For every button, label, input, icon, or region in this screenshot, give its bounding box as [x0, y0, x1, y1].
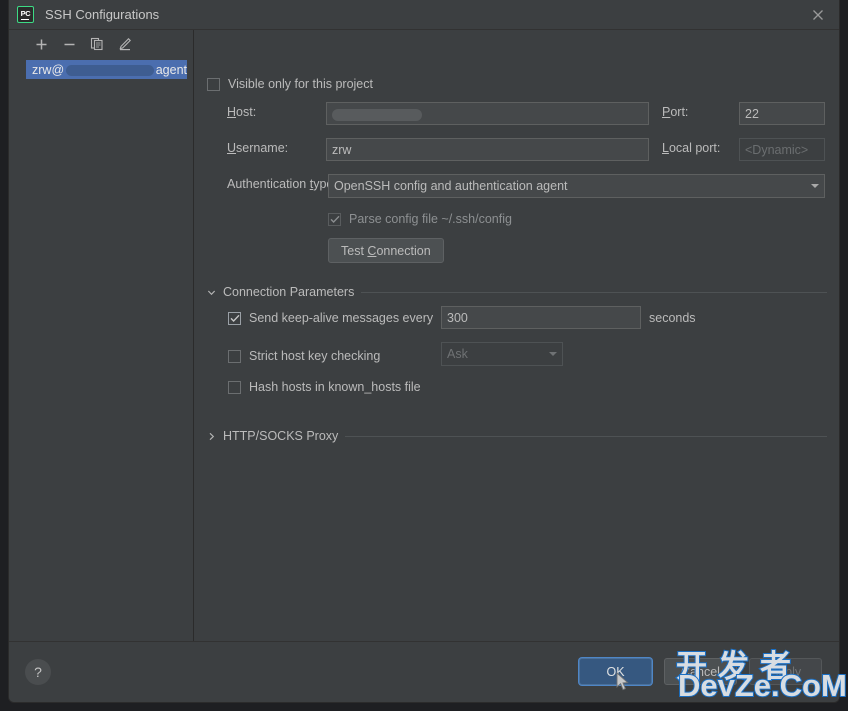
remove-button[interactable]: [61, 36, 77, 52]
sidebar-toolbar: [9, 30, 193, 58]
ok-button[interactable]: OK: [579, 658, 652, 685]
configuration-form: Visible only for this project Host: Port…: [195, 30, 839, 642]
list-item-prefix: zrw@: [32, 62, 65, 77]
hash-hosts-row[interactable]: Hash hosts in known_hosts file: [228, 380, 421, 394]
configurations-list[interactable]: zrw@ agent: [9, 60, 193, 79]
keepalive-row[interactable]: Send keep-alive messages every: [228, 311, 433, 325]
connection-parameters-label: Connection Parameters: [223, 285, 355, 299]
test-connection-label: Test Connection: [341, 243, 431, 258]
auth-type-label-wrap: Authentication type:: [227, 177, 337, 191]
parse-config-label: Parse config file ~/.ssh/config: [349, 212, 512, 226]
username-label-wrap: Username:: [227, 141, 288, 155]
hash-hosts-checkbox[interactable]: [228, 380, 241, 394]
local-port-label: Local port:: [662, 141, 721, 155]
keepalive-unit-label: seconds: [649, 311, 696, 325]
chevron-down-icon: [549, 352, 557, 356]
host-label: Host:: [227, 105, 257, 119]
apply-button[interactable]: Apply: [749, 658, 822, 685]
chevron-down-icon: [811, 184, 819, 188]
keepalive-unit-wrap: seconds: [649, 311, 696, 325]
cancel-button[interactable]: Cancel: [664, 658, 737, 685]
port-label-wrap: Port:: [662, 105, 688, 119]
pycharm-icon-label: PC: [20, 8, 31, 18]
parse-config-row: Parse config file ~/.ssh/config: [328, 212, 512, 226]
list-item-suffix: agent: [155, 62, 187, 77]
dialog-footer: ? OK Cancel Apply: [9, 641, 839, 702]
hash-hosts-label: Hash hosts in known_hosts file: [249, 380, 421, 394]
connection-parameters-section-header[interactable]: Connection Parameters: [207, 285, 827, 299]
auth-type-label: Authentication type:: [227, 177, 337, 191]
redacted-host-value: [332, 108, 422, 121]
close-icon[interactable]: [803, 4, 833, 26]
local-port-input[interactable]: <Dynamic>: [739, 138, 825, 161]
auth-type-dropdown[interactable]: OpenSSH config and authentication agent: [328, 174, 825, 198]
chevron-down-icon: [207, 290, 216, 295]
pencil-icon[interactable]: [117, 36, 133, 52]
proxy-section-header[interactable]: HTTP/SOCKS Proxy: [207, 429, 827, 443]
visible-only-row[interactable]: Visible only for this project: [207, 77, 373, 91]
parse-config-checkbox: [328, 212, 341, 226]
strict-host-row[interactable]: Strict host key checking: [228, 349, 380, 363]
section-divider: [361, 291, 827, 293]
username-label: Username:: [227, 141, 289, 155]
pycharm-icon: PC: [17, 6, 34, 23]
visible-only-checkbox[interactable]: [207, 77, 220, 91]
window-title: SSH Configurations: [45, 7, 160, 22]
host-input[interactable]: [326, 102, 649, 125]
dialog-content: zrw@ agent Visible only for this project…: [9, 30, 839, 642]
keepalive-input[interactable]: 300: [441, 306, 641, 329]
proxy-section-label: HTTP/SOCKS Proxy: [223, 429, 339, 443]
section-divider: [345, 435, 827, 437]
auth-type-value: OpenSSH config and authentication agent: [334, 179, 568, 193]
local-port-label-wrap: Local port:: [662, 141, 720, 155]
visible-only-label: Visible only for this project: [228, 77, 373, 91]
list-item[interactable]: zrw@ agent: [26, 60, 187, 79]
strict-host-checkbox[interactable]: [228, 349, 241, 363]
strict-host-dropdown[interactable]: Ask: [441, 342, 563, 366]
strict-host-label: Strict host key checking: [249, 349, 381, 363]
redacted-host-block: [66, 65, 154, 76]
chevron-right-icon: [209, 432, 215, 440]
port-input[interactable]: 22: [739, 102, 825, 125]
username-input[interactable]: zrw: [326, 138, 649, 161]
configurations-sidebar: zrw@ agent: [9, 30, 194, 642]
keepalive-label: Send keep-alive messages every: [249, 311, 434, 325]
title-bar: PC SSH Configurations: [9, 0, 839, 30]
port-label: Port:: [662, 105, 689, 119]
keepalive-checkbox[interactable]: [228, 311, 241, 325]
copy-icon[interactable]: [89, 36, 105, 52]
test-connection-button[interactable]: Test Connection: [328, 238, 444, 263]
help-button[interactable]: ?: [25, 659, 51, 685]
ssh-configurations-dialog: PC SSH Configurations zrw@ agent Visible…: [8, 0, 840, 703]
strict-host-value: Ask: [447, 347, 468, 361]
add-button[interactable]: [33, 36, 49, 52]
host-label-wrap: Host:: [227, 105, 256, 119]
